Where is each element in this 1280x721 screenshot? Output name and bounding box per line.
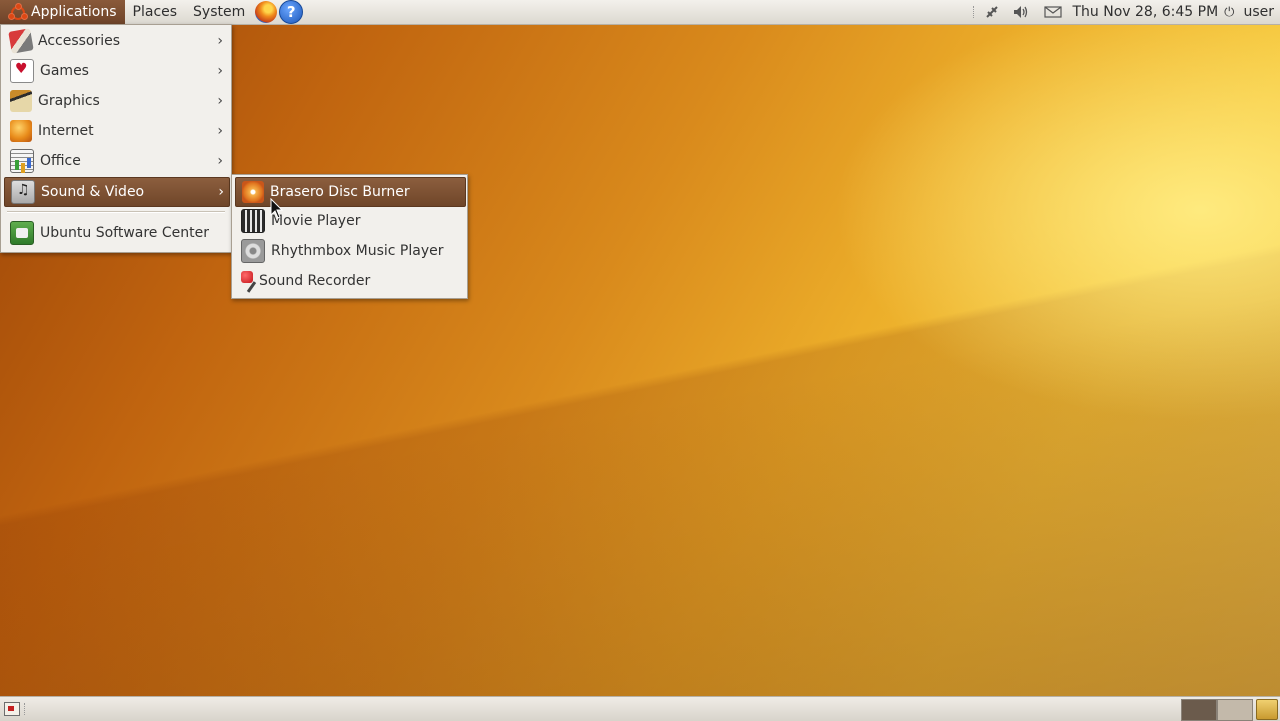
chevron-right-icon: › [217, 33, 223, 49]
help-icon[interactable]: ? [279, 0, 303, 24]
applications-menu-button[interactable]: Applications [0, 0, 125, 24]
chevron-right-icon: › [218, 184, 224, 200]
menu-item-label: Sound Recorder [259, 273, 370, 289]
internet-icon [10, 120, 32, 142]
menu-item-label: Graphics [38, 93, 100, 109]
menu-item-games[interactable]: Games › [4, 57, 228, 85]
bottom-panel [0, 696, 1280, 721]
chevron-right-icon: › [217, 93, 223, 109]
menu-item-ubuntu-software-center[interactable]: Ubuntu Software Center [4, 219, 228, 247]
menu-item-internet[interactable]: Internet › [4, 117, 228, 145]
mouse-pointer-icon [270, 198, 284, 220]
clock[interactable]: Thu Nov 28, 6:45 PM [1067, 4, 1225, 20]
menu-item-label: Brasero Disc Burner [270, 184, 410, 200]
workspace-1[interactable] [1181, 699, 1217, 721]
places-menu-button[interactable]: Places [125, 0, 186, 24]
sound-video-icon [11, 180, 35, 204]
username-menu[interactable]: user [1237, 4, 1280, 20]
show-desktop-icon[interactable] [4, 702, 20, 716]
menu-item-graphics[interactable]: Graphics › [4, 87, 228, 115]
menu-item-label: Games [40, 63, 89, 79]
top-panel: Applications Places System ? Thu Nov 28,… [0, 0, 1280, 25]
panel-grip [24, 703, 27, 715]
menu-item-label: Accessories [38, 33, 120, 49]
trash-icon[interactable] [1256, 699, 1278, 720]
menu-item-label: Sound & Video [41, 184, 144, 200]
menu-item-sound-recorder[interactable]: Sound Recorder [235, 267, 464, 295]
menu-item-label: Rhythmbox Music Player [271, 243, 444, 259]
accessories-icon [8, 28, 33, 53]
mail-icon[interactable] [1044, 3, 1062, 21]
chevron-right-icon: › [217, 123, 223, 139]
sound-video-submenu: Brasero Disc Burner Movie Player Rhythmb… [231, 174, 468, 299]
brasero-icon [242, 181, 264, 203]
menu-item-label: Office [40, 153, 81, 169]
workspace-2[interactable] [1217, 699, 1253, 721]
menu-item-label: Internet [38, 123, 94, 139]
menu-item-label: Movie Player [271, 213, 360, 229]
movie-player-icon [241, 209, 265, 233]
firefox-icon[interactable] [255, 1, 277, 23]
menu-item-accessories[interactable]: Accessories › [4, 27, 228, 55]
power-icon[interactable]: ⏻ [1224, 5, 1234, 20]
software-center-icon [10, 221, 34, 245]
rhythmbox-icon [241, 239, 265, 263]
system-tray: Thu Nov 28, 6:45 PM ⏻ user [971, 0, 1280, 24]
tray-separator [973, 6, 976, 18]
games-icon [10, 59, 34, 83]
chevron-right-icon: › [217, 63, 223, 79]
menu-item-rhythmbox[interactable]: Rhythmbox Music Player [235, 237, 464, 265]
volume-icon[interactable] [1011, 3, 1029, 21]
system-menu-button[interactable]: System [185, 0, 253, 24]
applications-menu: Accessories › Games › Graphics › Interne… [0, 24, 232, 253]
office-icon [10, 149, 34, 173]
network-icon[interactable] [983, 3, 1001, 21]
menu-item-sound-video[interactable]: Sound & Video › [4, 177, 230, 207]
menu-separator [7, 211, 225, 213]
chevron-right-icon: › [217, 153, 223, 169]
menu-item-office[interactable]: Office › [4, 147, 228, 175]
menu-item-label: Ubuntu Software Center [40, 225, 209, 241]
sound-recorder-icon [241, 271, 253, 283]
applications-menu-label: Applications [31, 4, 117, 20]
ubuntu-logo-icon [8, 3, 26, 21]
graphics-icon [10, 90, 32, 112]
